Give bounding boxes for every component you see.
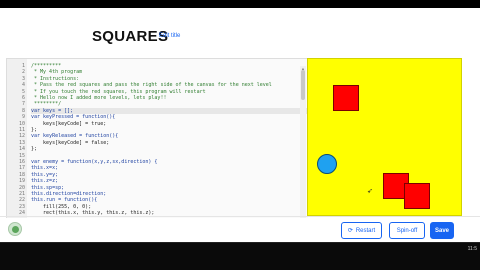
edit-title-link[interactable]: Edit title xyxy=(159,33,180,39)
line-number: 23 xyxy=(18,203,25,210)
line-number: 11 xyxy=(18,127,25,133)
line-number: 3 xyxy=(21,75,25,82)
scroll-up-arrow-icon[interactable]: ▲ xyxy=(301,66,305,71)
divider xyxy=(0,216,480,217)
code-line[interactable]: this.x=x; xyxy=(31,165,58,171)
output-canvas[interactable]: ➶ xyxy=(307,58,462,216)
line-number: 5 xyxy=(21,88,25,95)
avatar[interactable] xyxy=(8,222,22,236)
line-number: 14 xyxy=(18,146,25,153)
code-line[interactable]: var keys = []; xyxy=(31,107,308,114)
code-line[interactable]: keys[keyCode] = true; xyxy=(31,121,106,127)
taskbar-clock: 11:5 xyxy=(467,246,477,252)
code-line[interactable]: fill(255, 0, 0); xyxy=(31,204,91,210)
code-line[interactable]: var enemy = function(x,y,z,sx,direction)… xyxy=(31,159,157,165)
line-number: 22 xyxy=(18,197,25,204)
line-number: 6 xyxy=(21,95,25,101)
spin-off-button[interactable]: Spin-off xyxy=(389,222,425,239)
code-line[interactable]: * Pass the red squares and pass the righ… xyxy=(31,82,272,88)
code-line[interactable]: /********* xyxy=(31,63,61,69)
page-title: SQUARES xyxy=(92,28,169,45)
code-line[interactable]: this.y=y; xyxy=(31,172,58,178)
code-line[interactable]: this.z=z; xyxy=(31,178,58,184)
code-line[interactable]: * If you touch the red squares, this pro… xyxy=(31,89,206,95)
enemy-red-square xyxy=(333,85,359,111)
code-line[interactable]: }; xyxy=(31,127,37,133)
line-number: 4 xyxy=(21,82,25,89)
code-line[interactable]: * Hello now I added more levels, lets pl… xyxy=(31,95,166,101)
line-number: 15 xyxy=(18,152,25,159)
save-button-label: Save xyxy=(434,227,449,234)
code-editor[interactable]: 1 2 3 4 5 6 7 8 9 10 11 12 13 14 15 16 17 18 19 20 21 22 23 24 … xyxy=(6,58,308,218)
code-line[interactable]: this.run = function(){ xyxy=(31,197,97,203)
line-number: 21 xyxy=(18,191,25,197)
line-number: 1 xyxy=(21,63,25,69)
code-line[interactable]: keys[keyCode] = false; xyxy=(31,140,109,146)
code-line[interactable]: var keyPressed = function(){ xyxy=(31,114,115,120)
line-number-gutter: 1 2 3 4 5 6 7 8 9 10 11 12 13 14 15 16 17 18 19 20 21 22 23 24 xyxy=(7,59,27,218)
line-number: 19 xyxy=(18,178,25,185)
enemy-red-square xyxy=(404,183,430,209)
line-number: 13 xyxy=(18,139,25,146)
line-number: 2 xyxy=(21,69,25,76)
player-ball xyxy=(317,154,337,174)
restart-button[interactable]: ⟳ Restart xyxy=(341,222,382,239)
code-line[interactable]: this.direction=direction; xyxy=(31,191,106,197)
line-number: 17 xyxy=(18,165,25,172)
code-line[interactable]: * Instructions: xyxy=(31,76,79,82)
line-number: 16 xyxy=(18,159,25,165)
spin-off-button-label: Spin-off xyxy=(396,227,418,234)
line-number: 8 xyxy=(21,107,25,114)
editor-scrollbar-thumb[interactable] xyxy=(301,70,305,100)
code-line[interactable]: }; xyxy=(31,146,37,152)
code-line[interactable]: ********/ xyxy=(31,101,61,107)
line-number: 9 xyxy=(21,114,25,121)
browser-top-bar xyxy=(0,0,480,8)
line-number: 18 xyxy=(18,171,25,178)
mouse-cursor-icon: ➶ xyxy=(367,188,373,195)
line-number: 10 xyxy=(18,120,25,127)
avatar-icon xyxy=(12,226,19,233)
restart-icon: ⟳ xyxy=(347,228,353,234)
code-line[interactable]: var keyReleased = function(){ xyxy=(31,133,118,139)
save-button[interactable]: Save xyxy=(430,222,454,239)
restart-button-label: Restart xyxy=(355,227,376,234)
os-taskbar: 11:5 xyxy=(0,242,480,270)
line-number: 20 xyxy=(18,184,25,191)
line-number: 12 xyxy=(18,133,25,140)
code-line[interactable]: this.sp=sp; xyxy=(31,185,64,191)
code-line[interactable]: * My 4th program xyxy=(31,69,82,75)
line-number: 7 xyxy=(21,101,25,108)
